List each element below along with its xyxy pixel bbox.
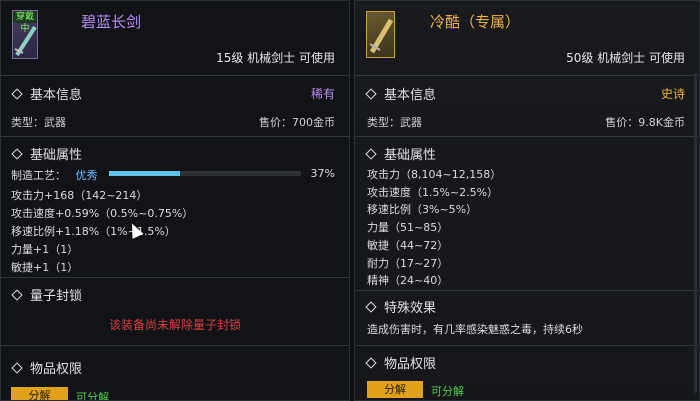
quantum-lock-message: 该装备尚未解除量子封锁 — [108, 318, 241, 332]
stat-line: 攻击速度+0.59%（0.5%~0.75%） — [11, 207, 194, 220]
sword-icon[interactable] — [366, 11, 395, 58]
diamond-icon — [11, 147, 23, 160]
divider — [1, 75, 349, 76]
divider — [355, 136, 699, 137]
item-tooltip-compare: 冷酷（专属） 50级 机械剑士 可使用 基本信息 史诗 类型：武器 售价：9.8… — [354, 0, 700, 401]
section-title: 物品权限 — [30, 362, 83, 377]
section-title: 基础属性 — [30, 148, 83, 163]
section-special-effect: 特殊效果 — [365, 297, 436, 316]
special-effect-text: 造成伤害时，有几率感染魅惑之毒，持续6秒 — [367, 323, 583, 336]
section-title: 物品权限 — [384, 357, 437, 372]
craft-quality: 优秀 — [75, 169, 98, 182]
craft-progress-bar — [109, 171, 301, 176]
stat-line: 移速比例+1.18%（1%~1.5%） — [11, 225, 176, 238]
diamond-icon — [11, 87, 23, 100]
section-title: 量子封锁 — [30, 289, 83, 304]
item-type: 类型：武器 — [367, 116, 422, 129]
section-title: 基础属性 — [384, 148, 437, 163]
divider — [1, 345, 349, 346]
stat-line: 力量+1（1） — [11, 243, 79, 256]
section-basic-info: 基本信息 — [365, 84, 436, 103]
diamond-icon — [365, 356, 377, 369]
equipped-tag: 穿戴中 — [13, 11, 37, 34]
craft-row: 制造工艺： 优秀 — [11, 167, 98, 183]
diamond-icon — [11, 288, 23, 301]
scrollbar[interactable] — [694, 73, 697, 393]
item-price: 售价：9.8K金币 — [605, 116, 685, 129]
sword-icon[interactable]: 穿戴中 — [12, 10, 38, 59]
diamond-icon — [365, 87, 377, 100]
section-attributes: 基础属性 — [11, 144, 82, 163]
item-name: 冷酷（专属） — [430, 13, 521, 31]
craft-label: 制造工艺： — [11, 169, 66, 182]
stat-line: 耐力（17~27） — [367, 257, 449, 270]
stat-line: 攻击速度（1.5%~2.5%） — [367, 186, 499, 199]
divider — [1, 136, 349, 137]
item-requirement: 15级 机械剑士 可使用 — [216, 51, 335, 65]
item-price: 售价：700金币 — [259, 116, 335, 129]
section-quantum-lock: 量子封锁 — [11, 285, 82, 304]
section-permission: 物品权限 — [365, 353, 436, 372]
can-disassemble-text: 可分解 — [76, 391, 109, 401]
rarity-badge: 史诗 — [660, 87, 685, 101]
diamond-icon — [11, 361, 23, 374]
can-disassemble-text: 可分解 — [431, 385, 464, 398]
item-requirement: 50级 机械剑士 可使用 — [566, 51, 685, 65]
section-title: 基本信息 — [30, 88, 83, 103]
item-header: 冷酷（专属） 50级 机械剑士 可使用 — [355, 1, 699, 73]
divider — [355, 75, 699, 76]
divider — [1, 277, 349, 278]
stat-line: 精神（24~40） — [367, 274, 449, 287]
section-basic-info: 基本信息 — [11, 84, 82, 103]
disassemble-badge: 分解 — [367, 381, 423, 398]
craft-percent: 37% — [310, 167, 335, 180]
divider — [355, 345, 699, 346]
craft-progress-fill — [109, 171, 181, 176]
stat-line: 攻击力+168（142~214） — [11, 189, 148, 202]
item-header: 穿戴中 碧蓝长剑 15级 机械剑士 可使用 — [1, 1, 349, 73]
section-title: 特殊效果 — [384, 301, 437, 316]
stat-line: 攻击力（8,104~12,158） — [367, 168, 502, 181]
stat-line: 力量（51~85） — [367, 221, 449, 234]
rarity-badge: 稀有 — [310, 87, 335, 101]
item-name: 碧蓝长剑 — [81, 13, 142, 31]
divider — [355, 290, 699, 291]
stat-line: 敏捷（44~72） — [367, 239, 449, 252]
section-title: 基本信息 — [384, 88, 437, 103]
blade-glyph-icon — [369, 18, 394, 54]
stat-line: 敏捷+1（1） — [11, 261, 79, 274]
blade-glyph-icon — [14, 25, 37, 57]
section-attributes: 基础属性 — [365, 144, 436, 163]
item-type: 类型：武器 — [11, 116, 66, 129]
stat-line: 移速比例（3%~5%） — [367, 203, 478, 216]
diamond-icon — [365, 300, 377, 313]
diamond-icon — [365, 147, 377, 160]
item-tooltip-equipped: 穿戴中 碧蓝长剑 15级 机械剑士 可使用 基本信息 稀有 类型：武器 售价：7… — [0, 0, 350, 401]
section-permission: 物品权限 — [11, 358, 82, 377]
disassemble-badge: 分解 — [11, 387, 68, 400]
